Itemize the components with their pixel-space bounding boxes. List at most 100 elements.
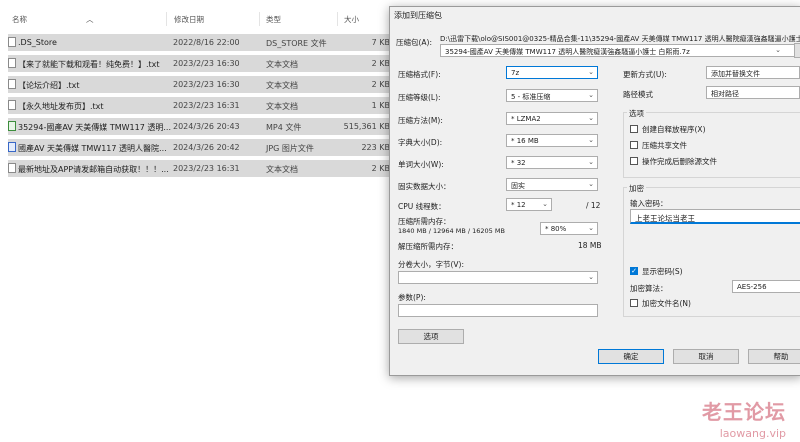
params-label: 参数(P): [398,293,426,302]
column-divider[interactable] [337,12,338,26]
column-type[interactable]: 类型 [266,14,281,25]
method-select[interactable]: * LZMA2 ⌄ [506,112,598,125]
shared-checkbox[interactable] [630,141,638,149]
delete-label: 操作完成后删除源文件 [642,157,717,166]
file-type: DS_STORE 文件 [266,39,327,48]
file-size: 1 KB [371,101,390,110]
file-size: 2 KB [371,164,390,173]
mem-comp-label: 压缩所需内存： [398,217,451,226]
text-file-icon [8,163,16,173]
password-input[interactable]: 上老王论坛当老王 [630,209,800,224]
file-name: 最新地址及APP请发邮箱自动获取！！！... [18,165,169,174]
file-row[interactable]: 國產AV 天美傳媒 TMW117 透明人醫院... 2024/3/26 20:4… [8,139,400,156]
update-value: 添加并替换文件 [711,70,760,78]
update-select[interactable]: 添加并替换文件 [706,66,800,79]
file-row[interactable]: 【永久地址发布页】.txt 2023/2/23 16:31 文本文档 1 KB [8,97,400,114]
enc-names-checkbox[interactable] [630,299,638,307]
file-date: 2023/2/23 16:31 [173,164,240,173]
file-date: 2023/2/23 16:30 [173,59,240,68]
options-button[interactable]: 选项 [398,329,464,344]
file-date: 2024/3/26 20:42 [173,143,240,152]
enc-method-select[interactable]: AES-256 [732,280,800,293]
mem-percent-select[interactable]: * 80% ⌄ [540,222,598,235]
image-file-icon [8,142,16,152]
word-value: * 32 [511,159,526,167]
file-date: 2024/3/26 20:43 [173,122,240,131]
level-label: 压缩等级(L): [398,93,441,102]
file-date: 2023/2/23 16:31 [173,101,240,110]
pathmode-select[interactable]: 相对路径 [706,86,800,99]
file-name: 【论坛介绍】.txt [18,81,80,90]
params-input[interactable] [398,304,598,317]
file-row[interactable]: 【来了就能下载和观看！纯免费！】.txt 2023/2/23 16:30 文本文… [8,55,400,72]
solid-label: 固实数据大小： [398,182,451,191]
split-label: 分卷大小，字节(V): [398,260,465,269]
format-value: 7z [511,69,520,77]
add-to-archive-dialog: 添加到压缩包 压缩包(A): D:\迅雷下载\olo@SIS001@0325-精… [389,6,800,376]
file-row[interactable]: 【论坛介绍】.txt 2023/2/23 16:30 文本文档 2 KB [8,76,400,93]
enc-method-value: AES-256 [737,283,767,291]
video-file-icon [8,121,16,131]
file-type: MP4 文件 [266,123,302,132]
text-file-icon [8,58,16,68]
chevron-down-icon: ⌄ [588,136,594,144]
dict-select[interactable]: * 16 MB ⌄ [506,134,598,147]
file-date: 2023/2/23 16:30 [173,80,240,89]
pathmode-label: 路径模式 [623,90,653,99]
column-divider[interactable] [259,12,260,26]
options-group-title: 选项 [627,108,646,119]
update-label: 更新方式(U): [623,70,667,79]
file-name: 35294-國產AV 天美傳媒 TMW117 透明... [18,123,171,132]
cpu-value: * 12 [511,201,526,209]
file-row[interactable]: .DS_Store 2022/8/16 22:00 DS_STORE 文件 7 … [8,34,400,51]
format-select[interactable]: 7z ⌄ [506,66,598,79]
browse-button[interactable] [794,43,800,58]
archive-name-combo[interactable]: 35294-國產AV 天美傳媒 TMW117 透明人醫院癡漢強姦騷逼小護士 白熙… [440,44,800,57]
file-size: 515,361 KB [343,122,390,131]
sfx-label: 创建自释放程序(X) [642,125,706,134]
cpu-select[interactable]: * 12 ⌄ [506,198,552,211]
text-file-icon [8,100,16,110]
cancel-button[interactable]: 取消 [673,349,739,364]
help-button[interactable]: 帮助 [748,349,800,364]
solid-select[interactable]: 固实 ⌄ [506,178,598,191]
word-select[interactable]: * 32 ⌄ [506,156,598,169]
level-select[interactable]: 5 - 标准压缩 ⌄ [506,89,598,102]
file-name: 【永久地址发布页】.txt [18,102,104,111]
show-password-checkbox[interactable]: ✓ [630,267,638,275]
file-type: JPG 图片文件 [266,144,314,153]
mem-decomp-value: 18 MB [578,241,602,250]
delete-checkbox[interactable] [630,157,638,165]
file-icon [8,37,16,47]
file-size: 2 KB [371,59,390,68]
mem-percent-value: * 80% [545,225,567,233]
archive-label: 压缩包(A): [396,38,433,47]
file-name: 國產AV 天美傳媒 TMW117 透明人醫院... [18,144,167,153]
split-select[interactable]: ⌄ [398,271,598,284]
file-type: 文本文档 [266,102,298,111]
file-type: 文本文档 [266,60,298,69]
file-row[interactable]: 最新地址及APP请发邮箱自动获取！！！... 2023/2/23 16:31 文… [8,160,400,177]
sort-up-icon: ︿ [86,15,94,24]
file-size: 223 KB [361,143,390,152]
chevron-down-icon: ⌄ [542,200,548,208]
show-password-label: 显示密码(S) [642,267,683,276]
ok-button[interactable]: 确定 [598,349,664,364]
chevron-down-icon: ⌄ [588,224,594,232]
cpu-total: / 12 [586,201,601,210]
mem-decomp-label: 解压缩所需内存： [398,242,458,251]
chevron-down-icon: ⌄ [588,180,594,188]
column-divider[interactable] [166,12,167,26]
column-size[interactable]: 大小 [344,14,359,25]
chevron-down-icon: ⌄ [588,273,594,281]
file-row[interactable]: 35294-國產AV 天美傳媒 TMW117 透明... 2024/3/26 2… [8,118,400,135]
column-name[interactable]: 名称 [12,14,27,25]
column-date[interactable]: 修改日期 [174,14,204,25]
dict-label: 字典大小(D): [398,138,443,147]
shared-label: 压缩共享文件 [642,141,687,150]
mem-comp-value: 1840 MB / 12964 MB / 16205 MB [398,227,505,235]
watermark-url: laowang.vip [719,427,786,440]
file-date: 2022/8/16 22:00 [173,38,240,47]
sfx-checkbox[interactable] [630,125,638,133]
file-size: 2 KB [371,80,390,89]
